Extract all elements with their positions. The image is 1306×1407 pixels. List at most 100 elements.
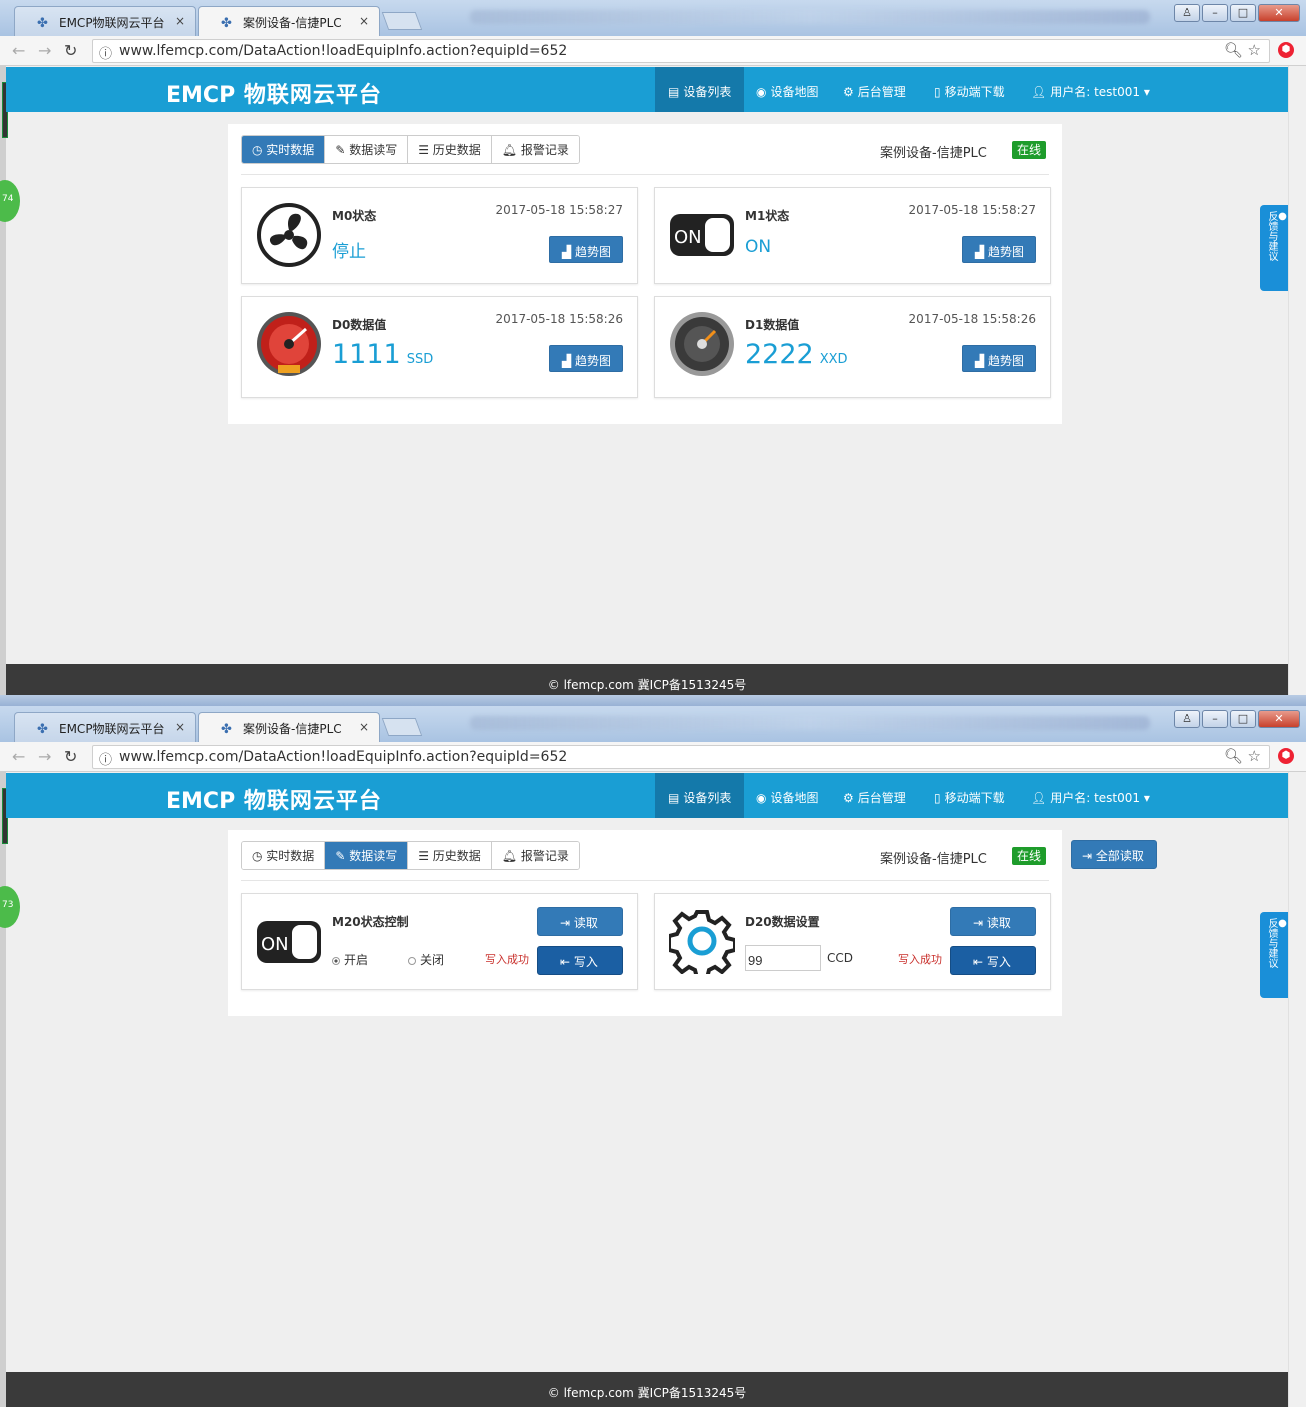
floating-counter-badge[interactable]: 73: [0, 886, 20, 928]
user-icon[interactable]: ♙: [1174, 4, 1200, 22]
pencil-icon: ✎: [335, 143, 350, 157]
new-tab-button[interactable]: [381, 12, 423, 30]
browser-tab-label: 案例设备-信捷PLC: [243, 722, 342, 736]
bell-icon: 🔔︎: [501, 143, 521, 157]
feedback-button[interactable]: ● 反馈与建议: [1260, 912, 1288, 998]
address-bar[interactable]: ⓘ www.lfemcp.com/DataAction!loadEquipInf…: [92, 39, 1270, 63]
menu-mobile-download[interactable]: ▯ 移动端下载: [934, 67, 1005, 112]
menu-device-list[interactable]: ▤ 设备列表: [655, 773, 744, 818]
card-timestamp: 2017-05-18 15:58:27: [495, 203, 623, 217]
close-tab-icon[interactable]: ×: [359, 720, 369, 734]
close-tab-icon[interactable]: ×: [175, 720, 185, 734]
pencil-icon: ✎: [335, 849, 350, 863]
tab-realtime[interactable]: ◷ 实时数据: [242, 842, 326, 869]
maximize-icon[interactable]: □: [1230, 710, 1256, 728]
adblock-icon[interactable]: ⬢: [1278, 748, 1294, 764]
card-title: D1数据值: [745, 318, 800, 332]
trend-button[interactable]: ▟ 趋势图: [549, 345, 623, 372]
write-success-message: 写入成功: [485, 953, 529, 966]
globe-icon: ◉: [756, 791, 767, 805]
trend-button[interactable]: ▟ 趋势图: [962, 345, 1036, 372]
trend-button[interactable]: ▟ 趋势图: [549, 236, 623, 263]
close-tab-icon[interactable]: ×: [359, 14, 369, 28]
menu-device-map[interactable]: ◉ 设备地图: [756, 773, 819, 818]
write-icon: ⇤: [973, 955, 987, 969]
site-logo[interactable]: EMCP 物联网云平台: [166, 77, 382, 109]
card-m1: ON M1状态 2017-05-18 15:58:27 ON ▟ 趋势图: [654, 187, 1051, 284]
menu-device-list[interactable]: ▤ 设备列表: [655, 67, 744, 112]
floating-counter-badge[interactable]: 74: [0, 180, 20, 222]
radio-on[interactable]: 开启: [332, 951, 368, 968]
tab-alarms[interactable]: 🔔︎ 报警记录: [491, 842, 579, 869]
site-logo[interactable]: EMCP 物联网云平台: [166, 783, 382, 815]
screenshot-readwrite: ✤ EMCP物联网云平台 × ✤ 案例设备-信捷PLC × ♙ – □ ✕ ← …: [0, 706, 1306, 1407]
reload-icon[interactable]: ↻: [64, 747, 77, 766]
unit-label: CCD: [827, 951, 853, 965]
menu-admin[interactable]: ⚙ 后台管理: [843, 773, 906, 818]
back-icon[interactable]: ←: [12, 747, 25, 766]
adblock-icon[interactable]: ⬢: [1278, 42, 1294, 58]
read-button[interactable]: ⇥ 读取: [537, 907, 623, 936]
user-icon[interactable]: ♙: [1174, 710, 1200, 728]
forward-icon[interactable]: →: [38, 41, 51, 60]
menu-user[interactable]: 👤︎ 用户名: test001 ▾: [1031, 67, 1150, 112]
tab-readwrite[interactable]: ✎ 数据读写: [325, 136, 409, 163]
url-text: www.lfemcp.com/DataAction!loadEquipInfo.…: [119, 749, 568, 765]
feedback-button[interactable]: ● 反馈与建议: [1260, 205, 1288, 291]
mobile-icon: ▯: [934, 791, 941, 805]
browser-tab-device[interactable]: ✤ 案例设备-信捷PLC ×: [198, 712, 380, 742]
browser-tab-home[interactable]: ✤ EMCP物联网云平台 ×: [14, 6, 196, 36]
trend-button[interactable]: ▟ 趋势图: [962, 236, 1036, 263]
scrollbar[interactable]: [1288, 772, 1306, 1407]
write-button[interactable]: ⇤ 写入: [537, 946, 623, 975]
menu-mobile-download[interactable]: ▯ 移动端下载: [934, 773, 1005, 818]
zoom-star-icons[interactable]: 🔍︎ ☆: [1224, 41, 1261, 59]
write-button[interactable]: ⇤ 写入: [950, 946, 1036, 975]
menu-device-map[interactable]: ◉ 设备地图: [756, 67, 819, 112]
browser-tab-label: 案例设备-信捷PLC: [243, 16, 342, 30]
zoom-star-icons[interactable]: 🔍︎ ☆: [1224, 747, 1261, 765]
chat-icon: ●: [1277, 211, 1288, 222]
menu-user[interactable]: 👤︎ 用户名: test001 ▾: [1031, 773, 1150, 818]
close-window-icon[interactable]: ✕: [1258, 710, 1300, 728]
address-bar[interactable]: ⓘ www.lfemcp.com/DataAction!loadEquipInf…: [92, 745, 1270, 769]
scrollbar[interactable]: [1288, 66, 1306, 706]
read-all-button[interactable]: ⇥ 全部读取: [1071, 840, 1157, 869]
reload-icon[interactable]: ↻: [64, 41, 77, 60]
url-text: www.lfemcp.com/DataAction!loadEquipInfo.…: [119, 43, 568, 59]
read-icon: ⇥: [560, 916, 574, 930]
maximize-icon[interactable]: □: [1230, 4, 1256, 22]
forward-icon[interactable]: →: [38, 747, 51, 766]
browser-tab-device[interactable]: ✤ 案例设备-信捷PLC ×: [198, 6, 380, 36]
tab-history[interactable]: ☰ 历史数据: [408, 136, 492, 163]
browser-tab-bar: ✤ EMCP物联网云平台 × ✤ 案例设备-信捷PLC × ♙ – □ ✕: [0, 706, 1306, 742]
globe-icon: ◉: [756, 85, 767, 99]
new-tab-button[interactable]: [381, 718, 423, 736]
menu-admin[interactable]: ⚙ 后台管理: [843, 67, 906, 112]
minimize-icon[interactable]: –: [1202, 710, 1228, 728]
close-tab-icon[interactable]: ×: [175, 14, 185, 28]
chart-icon: ▟: [562, 354, 576, 368]
list-icon: ☰: [418, 849, 433, 863]
chart-icon: ▟: [975, 245, 989, 259]
tab-realtime[interactable]: ◷ 实时数据: [242, 136, 326, 163]
tab-alarms[interactable]: 🔔︎ 报警记录: [491, 136, 579, 163]
list-icon: ▤: [668, 85, 680, 99]
card-timestamp: 2017-05-18 15:58:27: [908, 203, 1036, 217]
minimize-icon[interactable]: –: [1202, 4, 1228, 22]
chat-icon: ●: [1277, 918, 1288, 929]
read-button[interactable]: ⇥ 读取: [950, 907, 1036, 936]
tab-readwrite[interactable]: ✎ 数据读写: [325, 842, 409, 869]
d20-value-input[interactable]: [745, 945, 821, 971]
left-gutter: [0, 772, 8, 1407]
close-window-icon[interactable]: ✕: [1258, 4, 1300, 22]
card-value: 1111 SSD: [332, 339, 434, 370]
radio-off[interactable]: 关闭: [408, 951, 444, 968]
tab-history[interactable]: ☰ 历史数据: [408, 842, 492, 869]
gears-icon: ⚙: [843, 85, 854, 99]
bell-icon: 🔔︎: [501, 849, 521, 863]
card-d0: D0数据值 2017-05-18 15:58:26 1111 SSD ▟ 趋势图: [241, 296, 638, 398]
card-timestamp: 2017-05-18 15:58:26: [495, 312, 623, 326]
back-icon[interactable]: ←: [12, 41, 25, 60]
browser-tab-home[interactable]: ✤ EMCP物联网云平台 ×: [14, 712, 196, 742]
